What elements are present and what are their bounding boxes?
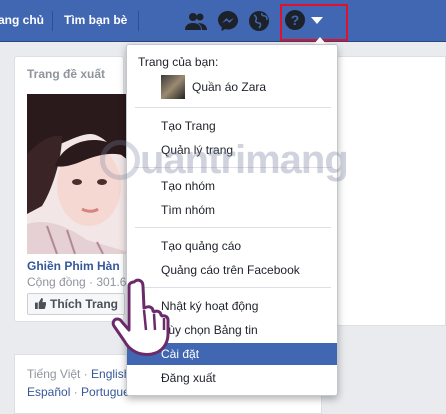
messenger-icon[interactable] [216,9,240,33]
menu-item-create-page[interactable]: Tạo Trang [127,115,337,137]
page-thumbnail [161,75,185,99]
right-column-card [336,56,446,326]
top-navigation-bar: ang chủ Tìm bạn bè ? [0,0,446,42]
your-pages-header: Trang của bạn: [138,55,219,69]
home-link[interactable]: ang chủ [0,13,44,27]
nav-divider [138,11,139,31]
language-spanish-link[interactable]: Español [27,385,70,399]
watermark-logo-icon [100,140,140,180]
menu-divider [135,227,331,228]
watermark: uantrimang [140,138,349,182]
friends-icon[interactable] [184,9,208,33]
nav-divider [52,11,53,31]
menu-divider [135,107,331,108]
help-icon[interactable]: ? [285,10,305,30]
account-menu-caret-icon[interactable] [311,17,323,24]
find-friends-link[interactable]: Tìm bạn bè [64,13,127,27]
page-name: Quần áo Zara [192,80,267,94]
card-title: Trang đề xuất [27,67,106,81]
hand-pointer-icon [111,278,170,356]
thumbs-up-icon [35,298,46,309]
page-name-link[interactable]: Ghiền Phim Hàn [27,259,120,273]
current-language: Tiếng Việt · [27,367,92,381]
menu-item-log-out[interactable]: Đăng xuất [127,367,337,389]
menu-item-create-ad[interactable]: Tạo quảng cáo [127,235,337,257]
language-separator: · [70,385,82,399]
language-portuguese-link[interactable]: Portugue [81,385,130,399]
menu-page-zara[interactable]: Quần áo Zara [161,75,331,99]
language-english-link[interactable]: English [91,367,130,381]
menu-item-find-groups[interactable]: Tìm nhóm [127,199,337,221]
globe-icon[interactable] [247,9,271,33]
